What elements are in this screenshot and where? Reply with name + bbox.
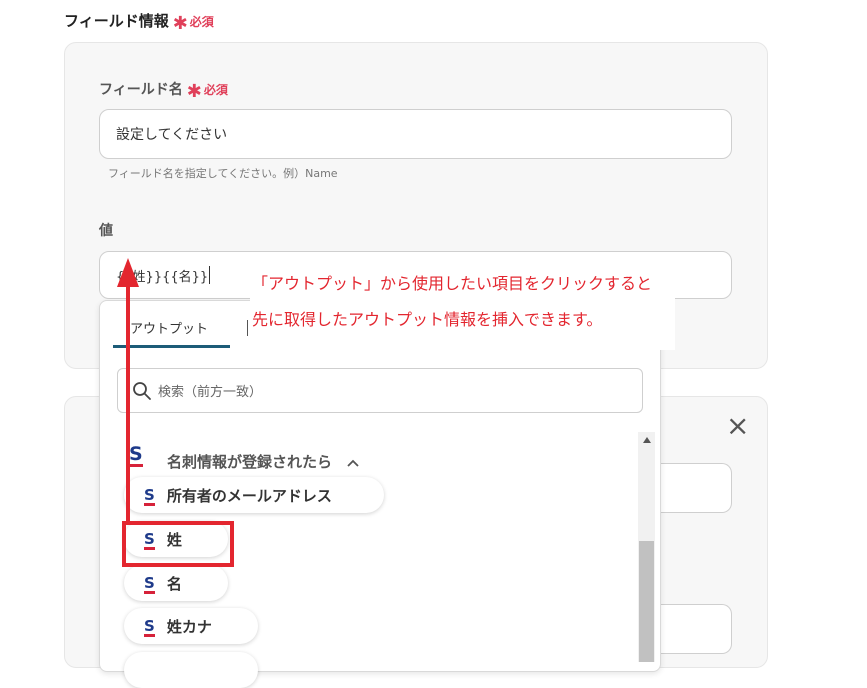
field-name-hint: フィールド名を指定してください。例）Name [108,167,338,180]
item-app-icon: S [144,617,155,637]
list-item-partial[interactable] [124,652,258,688]
list-item-first-name[interactable]: S 名 [124,565,228,601]
field-name-placeholder: 設定してください [116,127,228,143]
close-icon[interactable]: × [726,412,749,440]
scroll-thumb[interactable] [639,541,654,662]
annotation-arrow [117,258,139,521]
tab-divider [247,320,248,336]
item-app-icon: S [144,574,155,594]
list-item-last-name-kana[interactable]: S 姓カナ [124,608,258,644]
text-cursor [209,266,211,284]
value-label: 値 [99,223,113,239]
item-label: 名 [166,574,182,593]
required-label: 必須 [203,83,228,97]
search-placeholder: 検索（前方一致） [158,385,263,400]
annotation-line-2: 先に取得したアウトプット情報を挿入できます。 [252,310,603,329]
field-name-label-text: フィールド名 [99,82,183,98]
scroll-up-arrow-icon[interactable] [643,437,651,443]
field-name-label: フィールド名 ✱ 必須 [99,79,228,102]
search-input[interactable]: 検索（前方一致） [117,368,643,413]
item-label: 姓カナ [166,617,212,636]
required-star-icon: ✱ [186,81,202,102]
group-header-label: 名刺情報が登録されたら [167,453,333,471]
required-star-icon: ✱ [172,13,188,34]
item-label: 所有者のメールアドレス [166,486,332,505]
field-name-input[interactable]: 設定してください [99,109,732,159]
required-badge: ✱ 必須 [173,13,214,34]
group-header[interactable]: 名刺情報が登録されたら [167,451,359,472]
section-title-text: フィールド情報 [64,12,169,30]
required-label: 必須 [189,15,214,29]
list-item-owner-email[interactable]: S 所有者のメールアドレス [124,477,384,513]
chevron-up-icon [347,453,359,471]
annotation-line-1: 「アウトプット」から使用したい項目をクリックすると [252,274,653,293]
required-badge: ✱ 必須 [187,81,228,102]
section-title: フィールド情報 ✱ 必須 [64,10,214,34]
annotation-callout: 「アウトプット」から使用したい項目をクリックすると 先に取得したアウトプット情報… [250,266,675,350]
